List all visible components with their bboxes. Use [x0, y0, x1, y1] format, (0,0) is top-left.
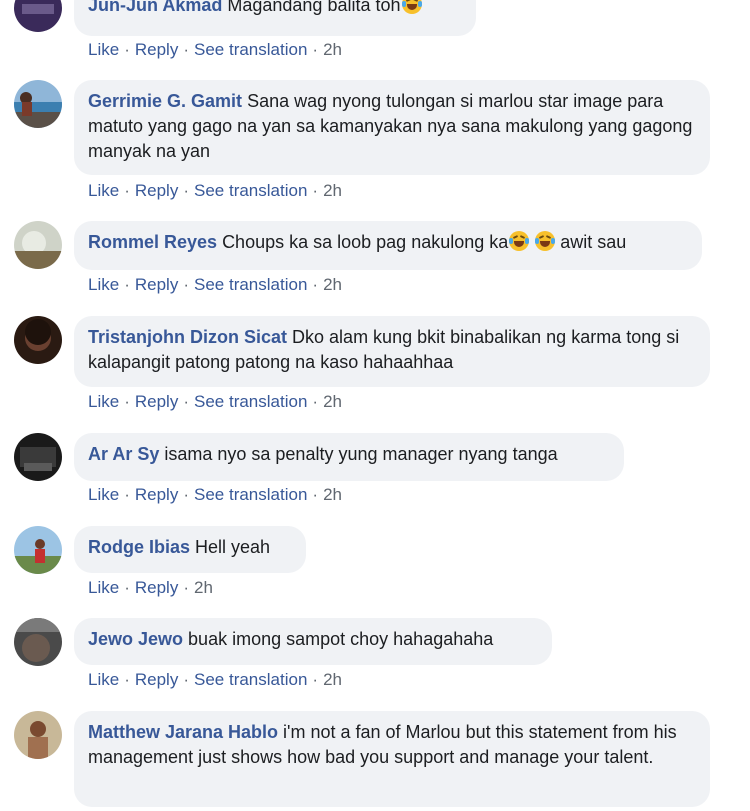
- comment-actions: Like · Reply · See translation · 2h: [88, 392, 342, 411]
- avatar[interactable]: [14, 316, 62, 364]
- like-button[interactable]: Like: [88, 578, 119, 597]
- comment-actions: Like · Reply · See translation · 2h: [88, 485, 342, 504]
- comment-text: buak imong sampot choy hahagahaha: [188, 629, 494, 649]
- comment-author[interactable]: Matthew Jarana Hablo: [88, 722, 278, 742]
- reply-button[interactable]: Reply: [135, 181, 178, 200]
- comment-author[interactable]: Rodge Ibias: [88, 537, 190, 557]
- like-button[interactable]: Like: [88, 485, 119, 504]
- comment-author[interactable]: Gerrimie G. Gamit: [88, 91, 242, 111]
- comment-actions: Like · Reply · See translation · 2h: [88, 275, 342, 294]
- comment-text: isama nyo sa penalty yung manager nyang …: [164, 444, 558, 464]
- comment-author[interactable]: Tristanjohn Dizon Sicat: [88, 327, 287, 347]
- comment-bubble: Jun-Jun Akmad Magandang balita toh: [74, 0, 476, 36]
- see-translation-link[interactable]: See translation: [194, 40, 307, 59]
- comment-text: Hell yeah: [195, 537, 271, 557]
- avatar[interactable]: [14, 80, 62, 128]
- comment-actions: Like · Reply · See translation · 2h: [88, 670, 342, 689]
- see-translation-link[interactable]: See translation: [194, 181, 307, 200]
- comment-timestamp[interactable]: 2h: [323, 485, 342, 504]
- comment-timestamp[interactable]: 2h: [323, 670, 342, 689]
- comment-author[interactable]: Jewo Jewo: [88, 629, 183, 649]
- comment-actions: Like · Reply · 2h: [88, 578, 213, 597]
- avatar[interactable]: [14, 221, 62, 269]
- see-translation-link[interactable]: See translation: [194, 275, 307, 294]
- comment-text: Magandang balita toh: [227, 0, 401, 15]
- avatar[interactable]: [14, 433, 62, 481]
- like-button[interactable]: Like: [88, 670, 119, 689]
- reply-button[interactable]: Reply: [135, 485, 178, 504]
- reply-button[interactable]: Reply: [135, 40, 178, 59]
- comment-actions: Like · Reply · See translation · 2h: [88, 40, 342, 59]
- comment-author[interactable]: Rommel Reyes: [88, 232, 217, 252]
- laughing-tears-emoji-icon: [509, 231, 530, 251]
- comment-timestamp[interactable]: 2h: [323, 181, 342, 200]
- avatar[interactable]: [14, 526, 62, 574]
- avatar[interactable]: [14, 0, 62, 32]
- comment-bubble: Rodge Ibias Hell yeah: [74, 526, 306, 573]
- see-translation-link[interactable]: See translation: [194, 485, 307, 504]
- comment-timestamp[interactable]: 2h: [323, 392, 342, 411]
- laughing-tears-emoji-icon: [401, 0, 422, 14]
- see-translation-link[interactable]: See translation: [194, 392, 307, 411]
- comment-author[interactable]: Ar Ar Sy: [88, 444, 159, 464]
- reply-button[interactable]: Reply: [135, 578, 178, 597]
- comment-timestamp[interactable]: 2h: [194, 578, 213, 597]
- laughing-tears-emoji-icon: [535, 231, 556, 251]
- comment-actions: Like · Reply · See translation · 2h: [88, 181, 342, 200]
- reply-button[interactable]: Reply: [135, 392, 178, 411]
- reply-button[interactable]: Reply: [135, 275, 178, 294]
- comment-text: awit sau: [555, 232, 627, 252]
- reply-button[interactable]: Reply: [135, 670, 178, 689]
- comment-bubble: Gerrimie G. Gamit Sana wag nyong tulongan…: [74, 80, 710, 175]
- comment-author[interactable]: Jun-Jun Akmad: [88, 0, 222, 15]
- comment-timestamp[interactable]: 2h: [323, 275, 342, 294]
- comment-bubble: Ar Ar Sy isama nyo sa penalty yung manage…: [74, 433, 624, 481]
- avatar[interactable]: [14, 711, 62, 759]
- comment-bubble: Tristanjohn Dizon Sicat Dko alam kung bki…: [74, 316, 710, 387]
- see-translation-link[interactable]: See translation: [194, 670, 307, 689]
- comment-bubble: Rommel Reyes Choups ka sa loob pag nakulo…: [74, 221, 702, 270]
- comment-timestamp[interactable]: 2h: [323, 40, 342, 59]
- like-button[interactable]: Like: [88, 181, 119, 200]
- comment-text: Choups ka sa loob pag nakulong ka: [222, 232, 509, 252]
- avatar[interactable]: [14, 618, 62, 666]
- like-button[interactable]: Like: [88, 392, 119, 411]
- like-button[interactable]: Like: [88, 40, 119, 59]
- comment-bubble: Matthew Jarana Hablo i'm not a fan of Mar…: [74, 711, 710, 807]
- comment-bubble: Jewo Jewo buak imong sampot choy hahagaha…: [74, 618, 552, 665]
- like-button[interactable]: Like: [88, 275, 119, 294]
